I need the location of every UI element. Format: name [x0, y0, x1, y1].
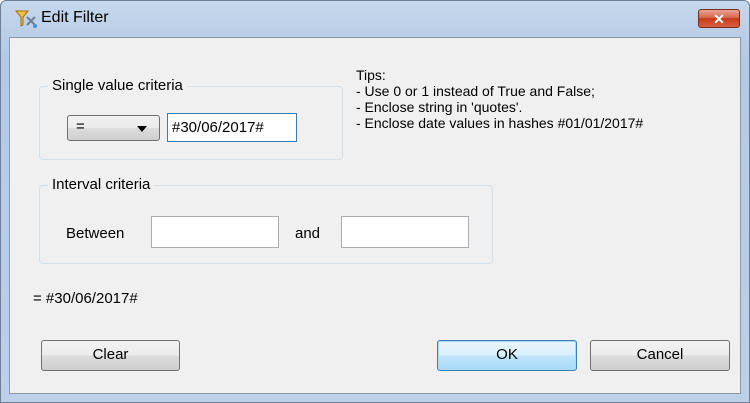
filter-expression: = #30/06/2017#	[33, 290, 138, 307]
title-bar: Edit Filter ✕	[1, 1, 749, 37]
tips-heading: Tips:	[356, 67, 386, 83]
filter-icon	[14, 9, 39, 29]
and-label: and	[295, 225, 321, 242]
single-value-input[interactable]	[167, 113, 297, 142]
interval-legend: Interval criteria	[48, 176, 155, 193]
window-title: Edit Filter	[41, 9, 109, 26]
interval-to-input[interactable]	[341, 216, 469, 248]
edit-filter-dialog: Edit Filter ✕ Single value criteria = Ti…	[0, 0, 750, 403]
tip-line-2: - Enclose string in 'quotes'.	[356, 99, 523, 115]
interval-from-input[interactable]	[151, 216, 279, 248]
tip-line-3: - Enclose date values in hashes #01/01/2…	[356, 115, 644, 131]
close-icon: ✕	[713, 11, 725, 27]
tip-line-1: - Use 0 or 1 instead of True and False;	[356, 83, 595, 99]
operator-value: =	[76, 118, 85, 135]
operator-select[interactable]: =	[67, 115, 160, 141]
between-label: Between	[66, 225, 125, 242]
chevron-down-icon	[137, 126, 147, 132]
close-button[interactable]: ✕	[698, 9, 740, 28]
clear-button[interactable]: Clear	[41, 340, 180, 371]
single-value-legend: Single value criteria	[48, 77, 187, 94]
cancel-button[interactable]: Cancel	[590, 340, 730, 371]
ok-button[interactable]: OK	[437, 340, 577, 371]
tips-text: Tips: - Use 0 or 1 instead of True and F…	[356, 67, 643, 131]
dialog-body: Single value criteria = Tips: - Use 0 or…	[9, 37, 741, 394]
